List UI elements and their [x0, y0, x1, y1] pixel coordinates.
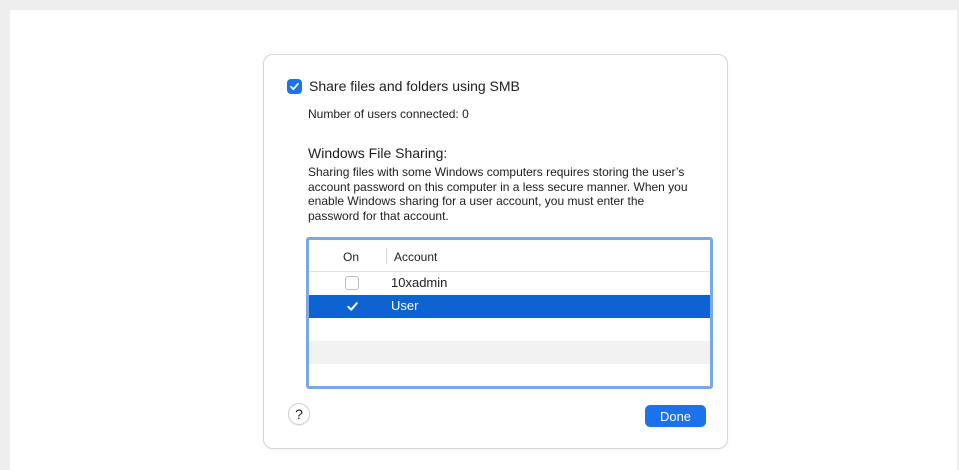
accounts-table[interactable]: On Account 10xadmin User [306, 237, 713, 389]
smb-checkbox[interactable] [287, 78, 302, 94]
window-background: Share files and folders using SMB Number… [10, 10, 957, 470]
checkmark-icon [346, 301, 358, 311]
smb-sharing-toggle[interactable]: Share files and folders using SMB [287, 77, 520, 95]
windows-file-sharing-heading: Windows File Sharing: [308, 145, 448, 161]
account-enable-checkbox[interactable] [345, 299, 359, 313]
column-header-account[interactable]: Account [394, 250, 437, 264]
account-enable-checkbox[interactable] [345, 276, 359, 290]
account-name: User [391, 298, 419, 313]
table-row-empty [309, 364, 710, 386]
done-button[interactable]: Done [645, 405, 706, 427]
column-separator [386, 248, 387, 264]
table-row-empty [309, 318, 710, 341]
users-connected-count: Number of users connected: 0 [308, 107, 469, 121]
help-button[interactable]: ? [288, 403, 310, 425]
accounts-table-header: On Account [309, 240, 710, 272]
table-row-10xadmin[interactable]: 10xadmin [309, 272, 710, 295]
table-row-empty [309, 341, 710, 364]
table-row-user[interactable]: User [309, 295, 710, 318]
account-name: 10xadmin [391, 275, 448, 290]
column-header-on[interactable]: On [343, 250, 359, 264]
windows-file-sharing-description: Sharing files with some Windows computer… [308, 165, 688, 223]
file-sharing-options-sheet: Share files and folders using SMB Number… [263, 54, 728, 449]
smb-checkbox-label: Share files and folders using SMB [309, 78, 520, 94]
checkmark-icon [290, 82, 299, 90]
